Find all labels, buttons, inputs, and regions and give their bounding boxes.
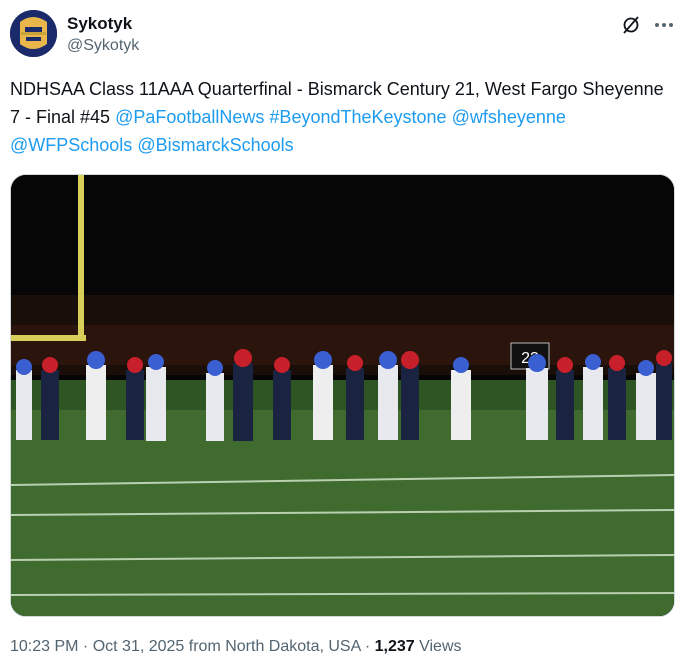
mention-pafootballnews[interactable]: @PaFootballNews [115,107,264,127]
display-name[interactable]: Sykotyk [67,14,132,34]
mention-bismarckschools[interactable]: @BismarckSchools [137,135,293,155]
tweet-header: Sykotyk @Sykotyk [10,10,677,58]
user-handle[interactable]: @Sykotyk [67,37,139,55]
post-location: from North Dakota, USA [184,638,361,655]
mention-wfpschools[interactable]: @WFPSchools [10,135,132,155]
avatar[interactable] [10,10,57,57]
meta-separator: · [360,638,375,655]
post-date[interactable]: Oct 31, 2025 [93,638,185,655]
avatar-mascot-icon [10,10,57,57]
meta-separator: · [78,638,93,655]
football-field-photo: 23 [11,175,674,616]
mention-wfsheyenne[interactable]: @wfsheyenne [452,107,566,127]
grok-icon[interactable] [621,15,641,35]
tweet-meta: 10:23 PM · Oct 31, 2025 from North Dakot… [10,638,462,656]
tweet-photo[interactable]: 23 [10,174,675,617]
views-label: Views [414,638,462,655]
hashtag-beyondthekeystone[interactable]: #BeyondTheKeystone [269,107,446,127]
tweet-text: NDHSAA Class 11AAA Quarterfinal - Bismar… [10,75,670,159]
views-count: 1,237 [374,638,415,655]
more-options-icon[interactable] [653,14,675,36]
post-time[interactable]: 10:23 PM [10,638,78,655]
